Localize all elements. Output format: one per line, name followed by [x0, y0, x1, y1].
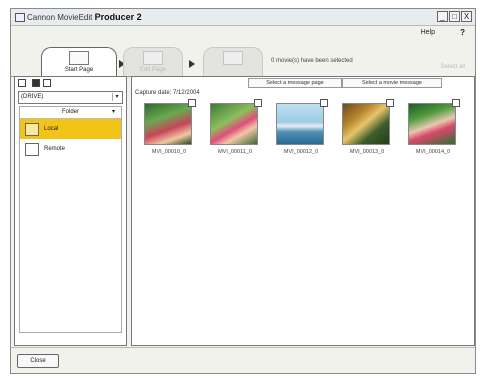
menu-bar: Help ?: [11, 26, 475, 40]
movie-thumbnail-image[interactable]: [210, 103, 258, 145]
title-bar: Cannon MovieEdit Producer 2 _ □ X: [11, 9, 475, 26]
chevron-down-icon[interactable]: ▾: [112, 93, 121, 101]
tab-movie-message[interactable]: Select a movie message: [342, 78, 442, 88]
help-question-icon[interactable]: ?: [460, 28, 465, 37]
application-window: Cannon MovieEdit Producer 2 _ □ X Help ?…: [10, 8, 476, 374]
thumbnail-caption: MVI_00014_0: [415, 149, 451, 155]
tab-start-page-label: Start Page: [64, 67, 94, 73]
view-thumbnail-icon[interactable]: [32, 79, 40, 87]
thumbnail-item[interactable]: MVI_00010_0: [140, 99, 198, 165]
thumbnail-list: MVI_00010_0 MVI_00011_0 MVI_00012_0 MVI_…: [140, 99, 462, 165]
title-prefix: Cannon MovieEdit: [27, 13, 93, 22]
view-detail-icon[interactable]: [43, 79, 51, 87]
thumbnail-item[interactable]: MVI_00014_0: [404, 99, 462, 165]
selection-status: 0 movie(s) have been selected: [271, 58, 353, 64]
thumbnail-caption: MVI_00010_0: [151, 149, 187, 155]
tab-output-page[interactable]: [203, 47, 263, 76]
drive-dropdown-value: (DRIVE): [21, 94, 44, 100]
thumbnail-item[interactable]: MVI_00012_0: [272, 99, 330, 165]
select-checkbox[interactable]: [386, 99, 394, 107]
start-page-icon: [69, 51, 89, 65]
select-checkbox[interactable]: [320, 99, 328, 107]
hand-folder-icon: [25, 123, 39, 136]
maximize-button[interactable]: □: [449, 11, 460, 22]
close-button[interactable]: Close: [17, 354, 59, 368]
thumbnail-caption: MVI_00012_0: [283, 149, 319, 155]
folder-tree-header[interactable]: Folder ▾: [20, 107, 121, 119]
tab-message-page[interactable]: Select a message page: [248, 78, 342, 88]
step-arrow-icon: [189, 60, 195, 68]
drive-dropdown[interactable]: (DRIVE) ▾: [18, 91, 123, 104]
tab-edit-page[interactable]: Edit Page: [123, 47, 183, 76]
select-checkbox[interactable]: [452, 99, 460, 107]
movie-thumbnail-image[interactable]: [342, 103, 390, 145]
tree-item-label: Local: [44, 126, 59, 132]
thumbnail-item[interactable]: MVI_00013_0: [338, 99, 396, 165]
folder-tree-header-label: Folder: [61, 109, 79, 115]
window-title: Cannon MovieEdit Producer 2: [27, 12, 142, 22]
window-controls: _ □ X: [437, 11, 472, 22]
capture-date-label: Capture date: 7/12/2004: [135, 90, 200, 96]
folder-tree: Folder ▾ Local Remote: [19, 106, 122, 333]
movie-thumbnail-image[interactable]: [408, 103, 456, 145]
tree-item-local[interactable]: Local: [20, 119, 121, 139]
tab-start-page[interactable]: Start Page: [41, 47, 117, 77]
chevron-down-icon[interactable]: ▾: [112, 107, 115, 118]
view-list-icon[interactable]: [18, 79, 26, 87]
tab-edit-page-label: Edit Page: [139, 67, 167, 73]
step-bar: Start Page Edit Page 0 movie(s) have bee…: [11, 40, 475, 77]
sidebar-toolbar: [15, 77, 126, 89]
document-icon: [25, 143, 39, 156]
menu-help[interactable]: Help: [421, 29, 435, 36]
tree-item-remote[interactable]: Remote: [20, 139, 121, 159]
movie-thumbnail-image[interactable]: [144, 103, 192, 145]
thumbnail-item[interactable]: MVI_00011_0: [206, 99, 264, 165]
content-tabs: Select a message page Select a movie mes…: [248, 78, 442, 88]
edit-page-icon: [143, 51, 163, 65]
thumbnail-panel: Select a message page Select a movie mes…: [131, 76, 475, 346]
minimize-button[interactable]: _: [437, 11, 448, 22]
select-all-button[interactable]: Select all: [441, 64, 465, 70]
thumbnail-caption: MVI_00011_0: [218, 149, 252, 155]
tree-item-label: Remote: [44, 146, 66, 152]
title-product: Producer 2: [94, 12, 142, 22]
thumbnail-caption: MVI_00013_0: [349, 149, 385, 155]
movie-thumbnail-image[interactable]: [276, 103, 324, 145]
select-checkbox[interactable]: [254, 99, 262, 107]
output-page-icon: [223, 51, 243, 65]
close-window-button[interactable]: X: [461, 11, 472, 22]
sidebar: (DRIVE) ▾ Folder ▾ Local Remote: [14, 76, 127, 346]
bottom-bar: Close: [11, 347, 475, 374]
select-checkbox[interactable]: [188, 99, 196, 107]
app-icon: [15, 13, 25, 22]
